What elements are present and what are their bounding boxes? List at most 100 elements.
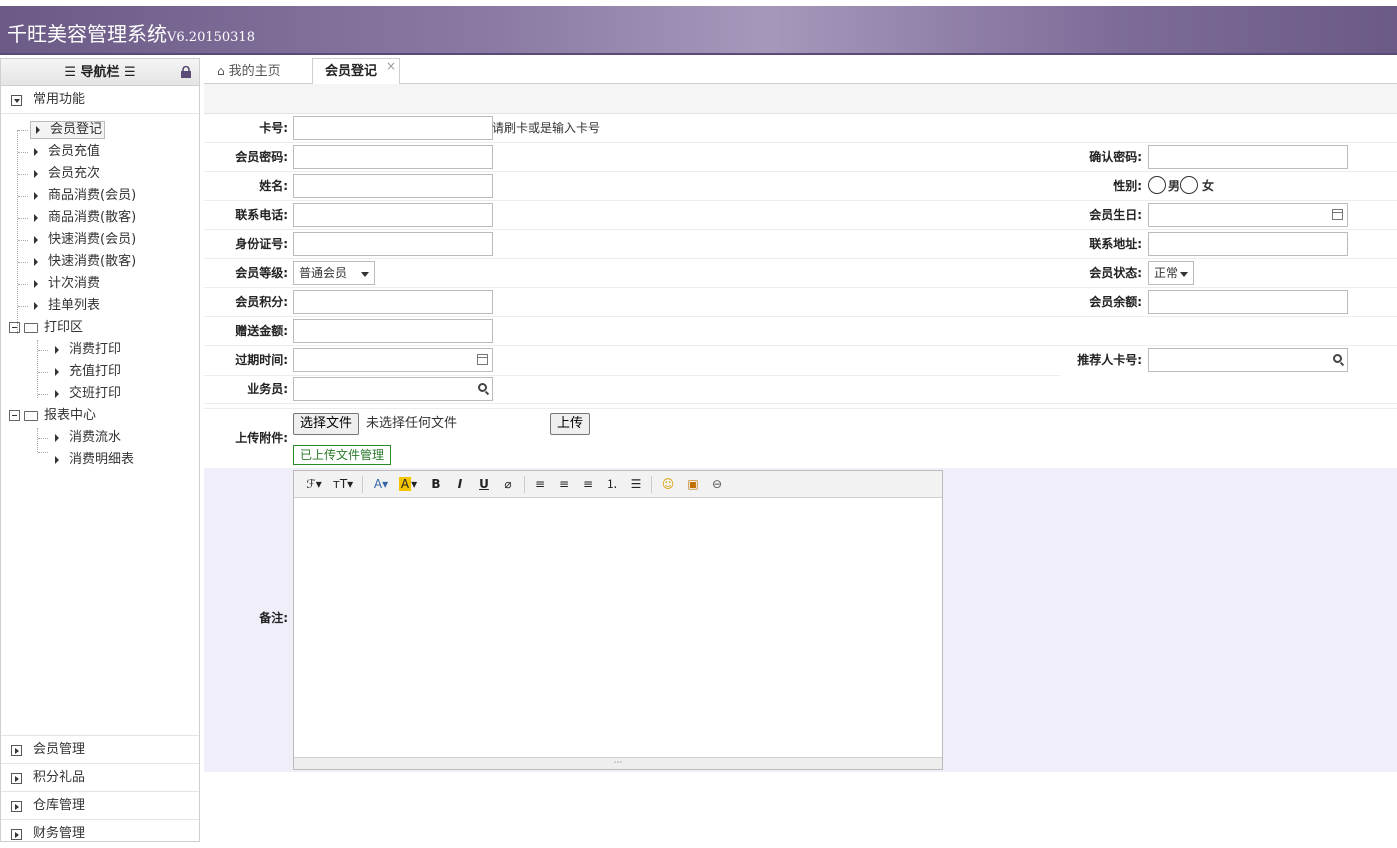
points-input[interactable] [293,290,493,314]
align-right-icon[interactable]: ≡ [581,476,595,493]
balance-label: 会员余额: [1089,295,1142,309]
tab-home[interactable]: ⌂ 我的主页 [205,58,293,84]
gift-amount-input[interactable] [293,319,493,343]
uploaded-files-button[interactable]: 已上传文件管理 [293,445,392,465]
nav-item-consume-print[interactable]: 消费打印 [55,340,121,360]
panel-common-functions[interactable]: 常用功能 [1,86,199,114]
emoticon-icon[interactable]: ☺ [660,476,676,493]
panel-member-management[interactable]: 会员管理 [1,735,199,763]
expire-label: 过期时间: [235,353,288,367]
address-input[interactable] [1148,232,1348,256]
referrer-input[interactable] [1148,348,1348,372]
align-center-icon[interactable]: ≡ [557,476,571,493]
caret-right-icon [55,389,59,398]
panel-points-gifts[interactable]: 积分礼品 [1,763,199,791]
status-select[interactable]: 正常 [1148,261,1194,285]
nav-item-pending-list[interactable]: 挂单列表 [34,296,100,316]
nav-item-label: 消费明细表 [69,452,135,467]
id-no-input[interactable] [293,232,493,256]
nav-item-member-register[interactable]: 会员登记 [30,121,106,139]
calendar-icon[interactable] [477,354,488,365]
unordered-list-icon[interactable]: ☰ [629,476,643,493]
nav-item-label: 快速消费(会员) [48,232,137,247]
no-file-text: 未选择任何文件 [366,416,458,431]
nav-item-member-recharge[interactable]: 会员充值 [34,142,100,162]
panel-finance[interactable]: 财务管理 [1,819,199,847]
calendar-icon[interactable] [1332,209,1343,220]
phone-input[interactable] [293,203,493,227]
confirm-password-input[interactable] [1148,145,1348,169]
nav-folder-report[interactable]: 报表中心 [9,406,96,426]
tree-line [37,340,38,398]
collapse-minus-icon[interactable] [9,322,20,333]
birthday-input[interactable] [1148,203,1348,227]
balance-input[interactable] [1148,290,1348,314]
caret-right-icon [55,367,59,376]
phone-label: 联系电话: [235,208,288,222]
nav-item-consume-flow[interactable]: 消费流水 [55,428,121,448]
close-icon[interactable]: × [386,53,396,79]
nav-item-member-count-recharge[interactable]: 会员充次 [34,164,100,184]
password-label: 会员密码: [235,150,288,164]
nav-item-shift-print[interactable]: 交班打印 [55,384,121,404]
gender-female-radio[interactable] [1180,176,1198,194]
font-color-icon[interactable]: A▾ [371,476,391,493]
underline-icon[interactable]: U [478,476,490,493]
folder-icon [24,322,38,333]
tab-member-register[interactable]: 会员登记 × [312,58,400,85]
bold-icon[interactable]: B [430,476,442,493]
name-label: 姓名: [259,179,288,193]
highlight-icon[interactable]: A ▾ [398,476,418,493]
card-no-input[interactable] [293,116,493,140]
search-icon[interactable] [478,383,487,392]
birthday-label: 会员生日: [1089,208,1142,222]
rich-text-editor[interactable]: ℱ▾ тT▾ A▾ A ▾ B I U ⌀ ≡ ≡ ≡ ⒈ ☰ ☺ ▣ ⊖ ⋯ [293,470,943,770]
link-icon[interactable]: ⊖ [709,476,725,493]
row-card: 卡号: 请刷卡或是输入卡号 [204,114,1397,143]
panel-label: 财务管理 [33,826,86,841]
expire-input[interactable] [293,348,493,372]
nav-item-label: 商品消费(散客) [48,210,137,225]
image-icon[interactable]: ▣ [685,476,701,493]
upload-button[interactable]: 上传 [550,413,591,435]
choose-file-button[interactable]: 选择文件 [293,413,360,435]
nav-item-recharge-print[interactable]: 充值打印 [55,362,121,382]
gender-label: 性别: [1113,179,1142,193]
nav-item-goods-guest[interactable]: 商品消费(散客) [34,208,136,228]
editor-resize-handle[interactable]: ⋯ [294,757,942,769]
nav-item-quick-guest[interactable]: 快速消费(散客) [34,252,136,272]
toolbar-separator [651,476,652,493]
font-family-icon[interactable]: ℱ▾ [304,476,324,493]
gender-male-radio[interactable] [1148,176,1166,194]
nav-folder-print[interactable]: 打印区 [9,318,83,338]
eraser-icon[interactable]: ⌀ [501,476,515,493]
align-left-icon[interactable]: ≡ [533,476,547,493]
nav-item-goods-member[interactable]: 商品消费(会员) [34,186,136,206]
level-select[interactable]: 普通会员 [293,261,375,285]
ordered-list-icon[interactable]: ⒈ [605,476,619,493]
upload-label: 上传附件: [235,431,288,445]
collapse-minus-icon[interactable] [9,410,20,421]
nav-item-label: 会员登记 [50,122,103,137]
row-salesman: 业务员: [204,375,1397,404]
font-size-icon[interactable]: тT▾ [331,476,355,493]
referrer-label: 推荐人卡号: [1077,353,1142,367]
password-input[interactable] [293,145,493,169]
italic-icon[interactable]: I [454,476,466,493]
lock-icon[interactable] [180,66,192,78]
address-label: 联系地址: [1089,237,1142,251]
expand-icon [11,801,22,812]
nav-item-count-consume[interactable]: 计次消费 [34,274,100,294]
name-input[interactable] [293,174,493,198]
nav-header: ☰ 导航栏 ☰ [1,59,199,86]
nav-item-consume-detail[interactable]: 消费明细表 [55,450,134,470]
nav-item-label: 挂单列表 [48,298,101,313]
tree-line [17,130,18,334]
nav-item-quick-member[interactable]: 快速消费(会员) [34,230,136,250]
row-level: 会员等级: 普通会员 会员状态: 正常 [204,259,1397,288]
search-icon[interactable] [1333,354,1342,363]
tree-line [38,372,48,373]
tree-line [38,394,48,395]
salesman-input[interactable] [293,377,493,401]
panel-warehouse[interactable]: 仓库管理 [1,791,199,819]
